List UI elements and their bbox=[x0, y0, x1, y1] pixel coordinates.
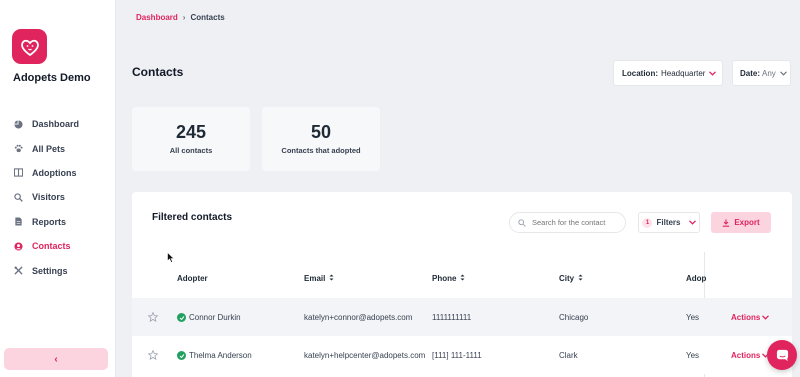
sidebar-item-label: Contacts bbox=[32, 241, 71, 252]
sort-icon bbox=[578, 274, 583, 283]
email-cell: katelyn+connor@adopets.com bbox=[304, 313, 413, 322]
chevron-down-icon bbox=[688, 218, 696, 227]
sidebar-item-label: Settings bbox=[32, 265, 68, 276]
adopter-name[interactable]: Thelma Anderson bbox=[189, 351, 252, 360]
breadcrumb-separator-icon: › bbox=[182, 13, 186, 22]
city-cell: Clark bbox=[559, 351, 578, 360]
file-icon bbox=[13, 217, 23, 227]
stat-all-contacts: 245 All contacts bbox=[132, 107, 250, 171]
adopets-logo[interactable] bbox=[12, 29, 47, 64]
sidebar-item-label: All Pets bbox=[32, 143, 66, 154]
actions-dropdown[interactable]: Actions bbox=[731, 351, 770, 360]
actions-dropdown[interactable]: Actions bbox=[731, 313, 770, 322]
search-icon bbox=[518, 218, 526, 227]
sidebar-item-label: Adoptions bbox=[32, 167, 77, 178]
phone-cell: 1111111111 bbox=[432, 313, 472, 322]
sort-icon bbox=[460, 274, 465, 283]
breadcrumb-current: Contacts bbox=[190, 13, 225, 22]
adopted-cell: Yes bbox=[686, 351, 700, 360]
chevron-down-icon bbox=[762, 313, 770, 322]
verified-check-icon bbox=[177, 351, 186, 360]
sidebar-item-label: Dashboard bbox=[32, 119, 80, 130]
pie-chart-icon bbox=[13, 119, 23, 129]
filters-label: Filters bbox=[656, 218, 681, 227]
sidebar-item-settings[interactable]: Settings bbox=[0, 258, 116, 282]
sidebar-item-all-pets[interactable]: All Pets bbox=[0, 136, 116, 160]
user-circle-icon bbox=[13, 241, 23, 251]
paw-icon bbox=[13, 144, 23, 154]
chat-icon bbox=[776, 349, 788, 361]
sidebar-nav: Dashboard All Pets Adoptions Visitors Re… bbox=[0, 112, 116, 283]
sidebar-item-contacts[interactable]: Contacts bbox=[0, 234, 116, 258]
star-icon[interactable] bbox=[148, 350, 158, 360]
date-label: Date: bbox=[740, 68, 761, 78]
brand-name: Adopets Demo bbox=[13, 72, 91, 84]
chat-launcher-button[interactable] bbox=[767, 340, 797, 370]
search-icon bbox=[13, 192, 23, 202]
stat-label: Contacts that adopted bbox=[281, 146, 361, 156]
stat-value: 50 bbox=[310, 121, 332, 142]
city-cell: Chicago bbox=[559, 313, 589, 322]
column-header-adopted[interactable]: Adop bbox=[686, 274, 706, 283]
breadcrumb: Dashboard › Contacts bbox=[136, 13, 225, 22]
sidebar-item-dashboard[interactable]: Dashboard bbox=[0, 112, 116, 136]
mouse-cursor-icon bbox=[167, 252, 175, 263]
collapse-sidebar-button[interactable]: ‹ bbox=[4, 348, 108, 370]
stat-label: All contacts bbox=[169, 146, 213, 156]
column-header-phone[interactable]: Phone bbox=[432, 274, 465, 283]
breadcrumb-dashboard-link[interactable]: Dashboard bbox=[136, 13, 178, 22]
export-label: Export bbox=[734, 218, 760, 227]
sidebar-item-reports[interactable]: Reports bbox=[0, 210, 116, 234]
stat-contacts-adopted: 50 Contacts that adopted bbox=[262, 107, 380, 171]
location-select[interactable]: Location: Headquarter bbox=[613, 60, 723, 86]
contact-search[interactable] bbox=[509, 212, 626, 233]
pet-heart-icon bbox=[20, 39, 39, 56]
table-row[interactable]: Thelma Anderson katelyn+helpcenter@adope… bbox=[132, 336, 792, 374]
verified-check-icon bbox=[177, 313, 186, 322]
sidebar: Adopets Demo Dashboard All Pets Adoption… bbox=[0, 0, 116, 377]
sidebar-item-visitors[interactable]: Visitors bbox=[0, 185, 116, 209]
card-title: Filtered contacts bbox=[152, 212, 233, 223]
download-icon bbox=[723, 218, 730, 227]
sidebar-item-adoptions[interactable]: Adoptions bbox=[0, 161, 116, 185]
date-value: Any bbox=[762, 68, 776, 78]
page-title: Contacts bbox=[132, 65, 184, 79]
chevron-left-icon: ‹ bbox=[54, 353, 58, 365]
star-icon[interactable] bbox=[148, 312, 158, 322]
adopted-cell: Yes bbox=[686, 313, 700, 322]
location-value: Headquarter bbox=[661, 68, 706, 78]
sidebar-item-label: Visitors bbox=[32, 192, 65, 203]
chevron-down-icon bbox=[779, 69, 787, 78]
tools-icon bbox=[13, 266, 23, 276]
sort-icon bbox=[329, 274, 334, 283]
stat-value: 245 bbox=[175, 121, 207, 142]
date-select[interactable]: Date: Any bbox=[732, 60, 791, 86]
adopter-cell: Connor Durkin bbox=[177, 313, 241, 322]
export-button[interactable]: Export bbox=[711, 212, 771, 233]
location-label: Location: bbox=[622, 68, 658, 78]
column-header-email[interactable]: Email bbox=[304, 274, 334, 283]
search-input[interactable] bbox=[532, 218, 622, 227]
adopter-name[interactable]: Connor Durkin bbox=[189, 313, 241, 322]
table-header: Adopter Email Phone City Adop bbox=[132, 262, 792, 296]
adopter-cell: Thelma Anderson bbox=[177, 351, 252, 360]
filters-button[interactable]: 1 Filters bbox=[638, 212, 700, 233]
chevron-down-icon bbox=[709, 69, 717, 78]
table-row[interactable]: Connor Durkin katelyn+connor@adopets.com… bbox=[132, 298, 792, 336]
contacts-table-card: Filtered contacts 1 Filters Export Adopt… bbox=[132, 192, 792, 377]
filters-count-badge: 1 bbox=[642, 217, 653, 228]
columns-icon bbox=[13, 168, 23, 178]
phone-cell: [111] 111-1111 bbox=[432, 351, 482, 360]
column-header-adopter[interactable]: Adopter bbox=[177, 274, 208, 283]
column-header-city[interactable]: City bbox=[559, 274, 583, 283]
sidebar-item-label: Reports bbox=[32, 216, 67, 227]
email-cell: katelyn+helpcenter@adopets.com bbox=[304, 351, 426, 360]
